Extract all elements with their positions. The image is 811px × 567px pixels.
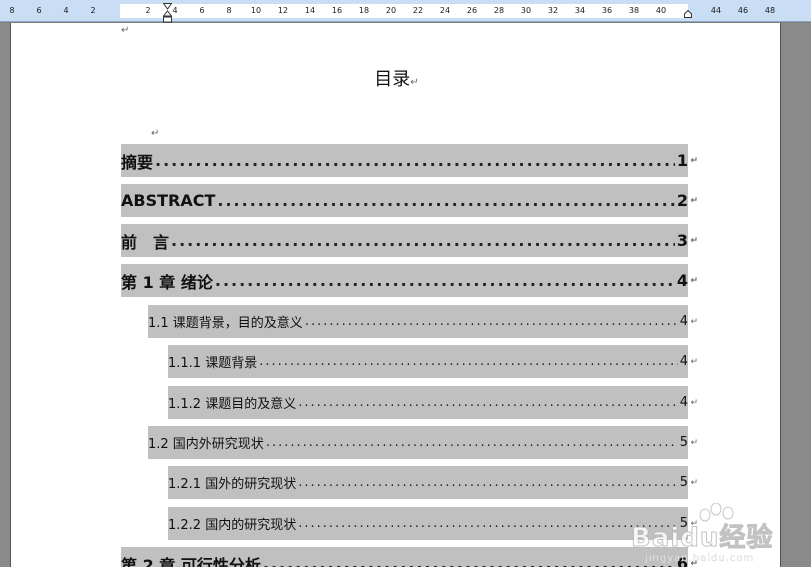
ruler-tick: 46 [737,6,749,15]
paragraph-mark: ↵ [690,316,698,327]
paragraph-mark: ↵ [690,235,698,246]
toc-leader-dots: ........................................… [265,435,678,450]
ruler-tick: 18 [358,6,370,15]
toc-page-number: 2 [676,191,688,210]
ruler-tick: 6 [36,6,42,15]
toc-entry[interactable]: ABSTRACT................................… [121,184,698,217]
toc-entry-title: 前 言 [121,232,170,252]
toc-leader-dots: ........................................… [214,271,675,290]
ruler-tick: 32 [547,6,559,15]
paragraph-mark: ↵ [690,275,698,286]
paragraph-mark: ↵ [690,397,698,408]
watermark-logo-text: Baidu经验 [630,523,774,554]
toc-entry[interactable]: 摘要......................................… [121,144,698,177]
ruler-tick: 4 [63,6,69,15]
ruler-tick: 12 [277,6,289,15]
toc-entry-title: ABSTRACT [121,191,216,210]
ruler-tick: 26 [466,6,478,15]
ruler-tick: 2 [90,6,96,15]
toc-entry[interactable]: 1.1 课题背景，目的及意义..........................… [148,305,698,338]
ruler-tick: 48 [764,6,776,15]
toc-entry-title: 第 2 章 可行性分析 [121,555,261,567]
watermark-url: jingyan.baidu.com [645,553,755,564]
paragraph-mark: ↵ [690,356,698,367]
toc-entry-title: 第 1 章 绪论 [121,272,213,292]
right-gutter [781,23,811,567]
document-page[interactable]: ↵ 目录↵ ↵ 摘要..............................… [10,23,781,567]
toc-entry-title: 1.2.1 国外的研究现状 [168,477,297,492]
ruler-tick: 20 [385,6,397,15]
toc-entry-title: 1.1.1 课题背景 [168,356,258,371]
ruler-tick: 38 [628,6,640,15]
ruler-tick: 40 [655,6,667,15]
horizontal-ruler[interactable]: 8 6 4 2 2 4 6 8 10 12 14 16 18 20 22 24 … [0,0,811,23]
watermark: Baidu经验 jingyan.baidu.com [621,503,791,567]
toc-entry[interactable]: 1.2.1 国外的研究现状...........................… [168,466,698,499]
ruler-tick: 28 [493,6,505,15]
ruler-tick: 10 [250,6,262,15]
ruler-tick: 8 [226,6,232,15]
ruler-tick: 6 [199,6,205,15]
toc-entry[interactable]: 1.1.2 课题目的及意义...........................… [168,386,698,419]
toc-page-number: 4 [679,354,688,369]
toc-entry-title: 1.1.2 课题目的及意义 [168,397,297,412]
toc-entry[interactable]: 第 2 章 可行性分析.............................… [121,547,698,567]
ruler-tick: 44 [710,6,722,15]
toc-leader-dots: ........................................… [304,314,678,329]
toc-entry-title: 1.1 课题背景，目的及意义 [148,316,303,331]
toc-leader-dots: ........................................… [298,395,678,410]
ruler-tick: 4 [172,6,178,15]
paragraph-mark: ↵ [690,155,698,166]
toc-entry[interactable]: 1.2.2 国内的研究现状...........................… [168,507,698,540]
paragraph-mark: ↵ [410,77,419,88]
toc-entry[interactable]: 1.2 国内外研究现状.............................… [148,426,698,459]
toc-page-number: 4 [679,314,688,329]
paragraph-mark: ↵ [690,477,698,488]
ruler-tick: 16 [331,6,343,15]
ruler-tick: 8 [9,6,15,15]
page-title-text: 目录 [374,69,411,90]
paragraph-mark: ↵ [690,195,698,206]
ruler-tick: 34 [574,6,586,15]
toc-leader-dots: ........................................… [217,191,674,210]
left-gutter [0,23,10,567]
page-title: 目录↵ [11,65,782,91]
paragraph-mark: ↵ [151,128,160,139]
toc-page-number: 1 [676,151,688,170]
toc-entry-title: 摘要 [121,152,154,172]
paragraph-mark: ↵ [690,437,698,448]
toc-leader-dots: ........................................… [171,231,675,250]
paragraph-mark: ↵ [121,25,130,36]
toc-page-number: 3 [676,231,688,250]
toc-page-number: 4 [676,271,688,290]
toc-entry[interactable]: 1.1.1 课题背景..............................… [168,345,698,378]
ruler-tick: 22 [412,6,424,15]
toc-leader-dots: ........................................… [155,151,675,170]
indent-marker-icon[interactable] [163,3,172,23]
toc-entry[interactable]: 第 1 章 绪论................................… [121,264,698,297]
toc-page-number: 5 [679,435,688,450]
toc-entry-title: 1.2.2 国内的研究现状 [168,518,297,533]
right-indent-marker-icon[interactable] [684,10,692,18]
toc-entry[interactable]: 前 言.....................................… [121,224,698,257]
toc-leader-dots: ........................................… [262,554,675,567]
toc-leader-dots: ........................................… [259,354,678,369]
ruler-tick: 14 [304,6,316,15]
ruler-tick: 2 [145,6,151,15]
ruler-tick: 24 [439,6,451,15]
ruler-tick: 30 [520,6,532,15]
ruler-tick: 36 [601,6,613,15]
toc-leader-dots: ........................................… [298,475,678,490]
toc-entry-title: 1.2 国内外研究现状 [148,437,264,452]
toc-page-number: 4 [679,395,688,410]
toc-page-number: 5 [679,475,688,490]
